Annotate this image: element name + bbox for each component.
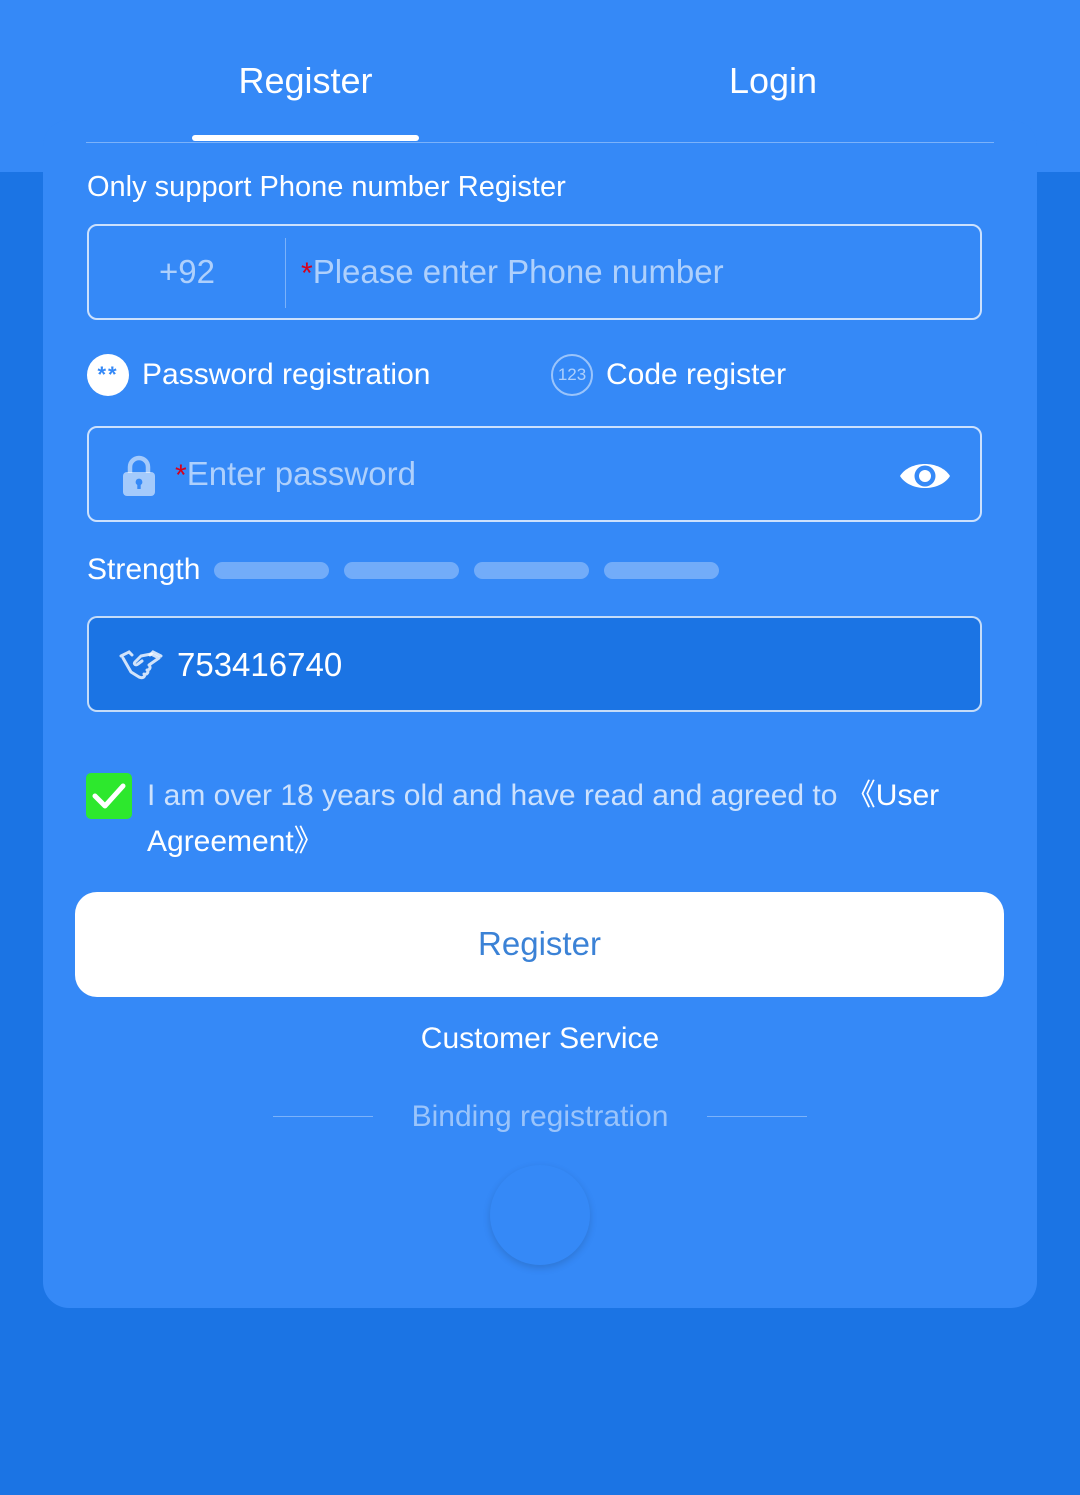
binding-option-button[interactable] (490, 1165, 590, 1265)
strength-bar-segment (604, 561, 720, 579)
register-hint: Only support Phone number Register (87, 171, 566, 203)
strength-bar-segment (214, 561, 330, 579)
required-mark: * (175, 459, 187, 492)
code-register-label: Code register (606, 358, 787, 391)
tab-register[interactable]: Register (192, 60, 419, 102)
password-placeholder: Enter password (186, 455, 416, 492)
country-code-selector[interactable]: +92 (89, 226, 285, 322)
divider (285, 238, 286, 308)
register-button[interactable]: Register (75, 892, 1004, 997)
phone-placeholder: Please enter Phone number (312, 253, 724, 290)
password-input[interactable]: *Enter password (175, 428, 875, 524)
binding-registration-divider: Binding registration (273, 1097, 807, 1137)
strength-bar-segment (474, 561, 590, 579)
code-mode-icon: 123 (551, 354, 593, 396)
divider-line-right (707, 1116, 807, 1117)
tab-active-indicator (192, 135, 419, 141)
strength-label: Strength (87, 553, 201, 586)
tab-bar: Register Login (86, 0, 994, 143)
required-mark: * (301, 257, 313, 290)
password-registration-label: Password registration (142, 358, 431, 391)
invite-code-field: 753416740 (87, 616, 982, 712)
phone-field: +92 *Please enter Phone number (87, 224, 982, 320)
lock-icon (121, 454, 157, 503)
password-strength: Strength (87, 552, 734, 588)
eye-icon[interactable] (898, 456, 952, 501)
binding-registration-label: Binding registration (411, 1100, 669, 1133)
strength-bar-segment (344, 561, 460, 579)
agreement-text: I am over 18 years old and have read and… (147, 773, 987, 865)
password-mode-icon: ** (87, 354, 129, 396)
phone-input[interactable]: *Please enter Phone number (301, 226, 961, 322)
register-mode-selector: ** Password registration 123 Code regist… (87, 352, 982, 398)
password-field: *Enter password (87, 426, 982, 522)
agreement-checkbox[interactable] (86, 773, 132, 819)
tab-login[interactable]: Login (628, 60, 918, 102)
handshake-icon (119, 646, 163, 687)
check-icon (92, 783, 126, 809)
code-register-option[interactable]: 123 Code register (551, 352, 786, 398)
invite-code-input[interactable]: 753416740 (177, 618, 342, 714)
customer-service-link[interactable]: Customer Service (0, 1022, 1080, 1056)
agreement-statement: I am over 18 years old and have read and… (147, 779, 846, 812)
password-registration-option[interactable]: ** Password registration (87, 352, 430, 398)
